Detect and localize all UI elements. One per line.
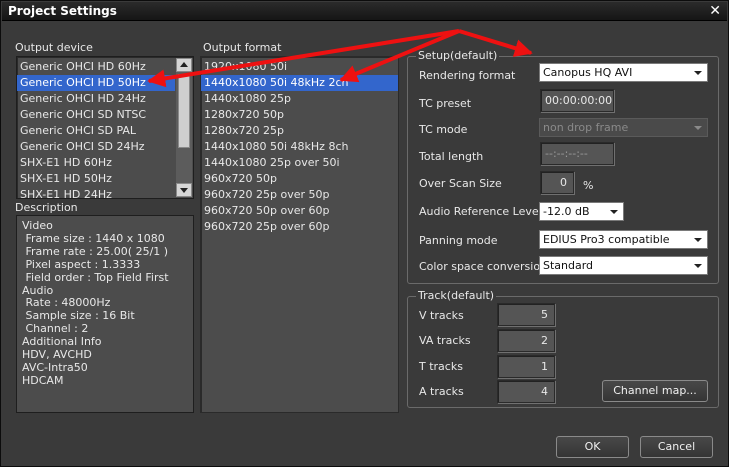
project-settings-dialog: Project Settings ✕ Output device Generic… <box>0 0 729 467</box>
annotation-arrow-output-device <box>147 29 460 88</box>
annotation-arrows <box>147 29 533 88</box>
annotation-arrow-output-format <box>339 29 460 83</box>
annotation-arrow-setup <box>458 29 533 57</box>
